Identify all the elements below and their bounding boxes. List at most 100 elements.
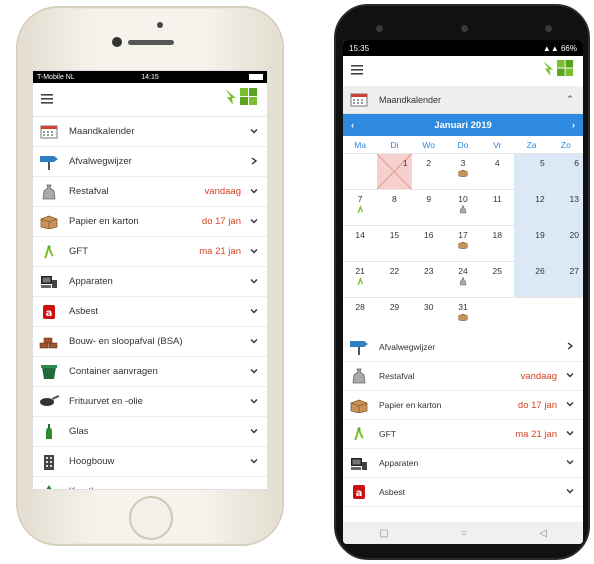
android-mockup: 15:35 ▲▲ 66% Maandkalender ⌃ ‹ Januari 2… <box>334 4 590 560</box>
chevron-down-icon <box>249 307 259 317</box>
earpiece-speaker <box>128 40 174 45</box>
back-button[interactable]: ◁ <box>539 528 547 539</box>
calendar-day[interactable]: 19 <box>514 225 549 261</box>
calendar-day-number: 6 <box>574 158 579 168</box>
home-button[interactable] <box>129 496 173 540</box>
calendar-day-number: 5 <box>539 158 545 168</box>
list-item[interactable]: Restafval vandaag <box>33 177 267 207</box>
calendar-day[interactable]: 10 <box>445 189 481 225</box>
calendar-day[interactable]: 23 <box>411 261 446 297</box>
calendar-day[interactable]: 31 <box>445 297 481 333</box>
calendar-day[interactable]: 16 <box>411 225 446 261</box>
list-item[interactable]: Restafval vandaag <box>343 362 583 391</box>
calendar-day[interactable]: 27 <box>548 261 583 297</box>
list-item[interactable]: Hoogbouw <box>33 447 267 477</box>
calendar-day[interactable]: 20 <box>548 225 583 261</box>
prev-month-button[interactable]: ‹ <box>351 120 354 131</box>
calendar-day[interactable]: 6 <box>548 153 583 189</box>
list-item[interactable]: Kerstbomen <box>33 477 267 489</box>
hamburger-menu-icon[interactable] <box>41 91 53 109</box>
status-bar: T-Mobile NL 14:15 <box>33 71 267 83</box>
list-item[interactable]: a Asbest <box>343 478 583 507</box>
chevron-up-icon: ⌃ <box>566 94 574 104</box>
list-item[interactable]: Apparaten <box>33 267 267 297</box>
weekday-label: Zo <box>560 139 571 150</box>
calendar-day[interactable]: 3 <box>445 153 481 189</box>
calendar-day-number: 26 <box>535 266 545 276</box>
calendar-day[interactable]: 2 <box>411 153 446 189</box>
list-item[interactable]: GFT ma 21 jan <box>33 237 267 267</box>
calendar-day[interactable]: 4 <box>480 153 515 189</box>
cardboard-box-icon <box>349 397 369 413</box>
list-item[interactable]: Apparaten <box>343 449 583 478</box>
calendar-day[interactable]: 26 <box>514 261 549 297</box>
calendar-day-today[interactable]: 1 <box>377 153 412 189</box>
list-item-label: Papier en karton <box>379 400 442 410</box>
calendar-day-number: 27 <box>569 266 579 276</box>
list-item[interactable]: Glas <box>33 417 267 447</box>
calendar-day-number: 23 <box>423 266 434 276</box>
weekday-label: Ma <box>354 139 367 150</box>
calendar-day-number: 31 <box>458 302 468 312</box>
calendar-day[interactable]: 12 <box>514 189 549 225</box>
calendar-day[interactable]: 24 <box>445 261 481 297</box>
list-item[interactable]: Papier en karton do 17 jan <box>33 207 267 237</box>
svg-text:a: a <box>46 308 53 319</box>
list-item[interactable]: Bouw- en sloopafval (BSA) <box>33 327 267 357</box>
calendar-day[interactable]: 13 <box>548 189 583 225</box>
weekday-header-row: Ma Di Wo Do Vr Za Zo <box>343 136 583 153</box>
list-item[interactable]: a Asbest <box>33 297 267 327</box>
list-item-label: Papier en karton <box>69 216 139 227</box>
recent-apps-button[interactable]: ▢ <box>379 528 388 539</box>
calendar-day[interactable]: 14 <box>343 225 378 261</box>
calendar-day[interactable]: 28 <box>343 297 378 333</box>
weekday-label: Wo <box>422 139 435 150</box>
chevron-down-icon <box>565 458 575 468</box>
list-item[interactable]: Afvalwegwijzer <box>33 147 267 177</box>
status-bar: 15:35 ▲▲ 66% <box>343 40 583 56</box>
hamburger-menu-icon[interactable] <box>351 62 363 80</box>
list-item-label: Afvalwegwijzer <box>69 156 132 167</box>
list-item[interactable]: Container aanvragen <box>33 357 267 387</box>
calendar-day[interactable]: 25 <box>480 261 515 297</box>
calendar-day[interactable]: 5 <box>514 153 549 189</box>
calendar-day[interactable]: 8 <box>377 189 412 225</box>
calendar-day-number: 17 <box>458 230 468 240</box>
calendar-day-empty <box>480 297 515 333</box>
calendar-day-number: 24 <box>458 266 468 276</box>
calendar-day-number: 29 <box>389 302 400 312</box>
waste-category-list: Afvalwegwijzer Restafval vandaag Papier en … <box>343 333 583 507</box>
list-item-label: Kerstbomen <box>69 486 249 489</box>
appliances-icon <box>349 455 369 471</box>
list-item[interactable]: Frituurvet en -olie <box>33 387 267 417</box>
list-item[interactable]: GFT ma 21 jan <box>343 420 583 449</box>
phone-top-sensors <box>376 20 552 36</box>
calendar-day[interactable]: 17 <box>445 225 481 261</box>
apple-core-icon <box>349 426 369 442</box>
chevron-down-icon <box>565 487 575 497</box>
chevron-down-icon <box>249 187 259 197</box>
calendar-day-number: 16 <box>423 230 434 240</box>
list-item[interactable]: Maandkalender <box>33 117 267 147</box>
list-item[interactable]: Afvalwegwijzer <box>343 333 583 362</box>
next-month-button[interactable]: › <box>572 120 575 131</box>
calendar-day[interactable]: 11 <box>480 189 515 225</box>
calendar-day[interactable]: 9 <box>411 189 446 225</box>
android-screen: 15:35 ▲▲ 66% Maandkalender ⌃ ‹ Januari 2… <box>343 40 583 544</box>
list-item[interactable]: Papier en karton do 17 jan <box>343 391 583 420</box>
chevron-right-icon <box>249 156 259 167</box>
calendar-day-number: 30 <box>423 302 434 312</box>
calendar-day[interactable]: 21 <box>343 261 378 297</box>
calendar-day[interactable]: 30 <box>411 297 446 333</box>
calendar-day[interactable]: 29 <box>377 297 412 333</box>
calendar-day[interactable]: 18 <box>480 225 515 261</box>
home-button[interactable]: ○ <box>461 528 467 539</box>
next-pickup-date: ma 21 jan <box>199 246 241 257</box>
calendar-day-number: 19 <box>535 230 545 240</box>
trash-bag-icon <box>446 205 480 216</box>
calendar-day-number: 12 <box>535 194 545 204</box>
calendar-day[interactable]: 22 <box>377 261 412 297</box>
maandkalender-section-header[interactable]: Maandkalender ⌃ <box>343 86 583 114</box>
calendar-day[interactable]: 7 <box>343 189 378 225</box>
calendar-day[interactable]: 15 <box>377 225 412 261</box>
